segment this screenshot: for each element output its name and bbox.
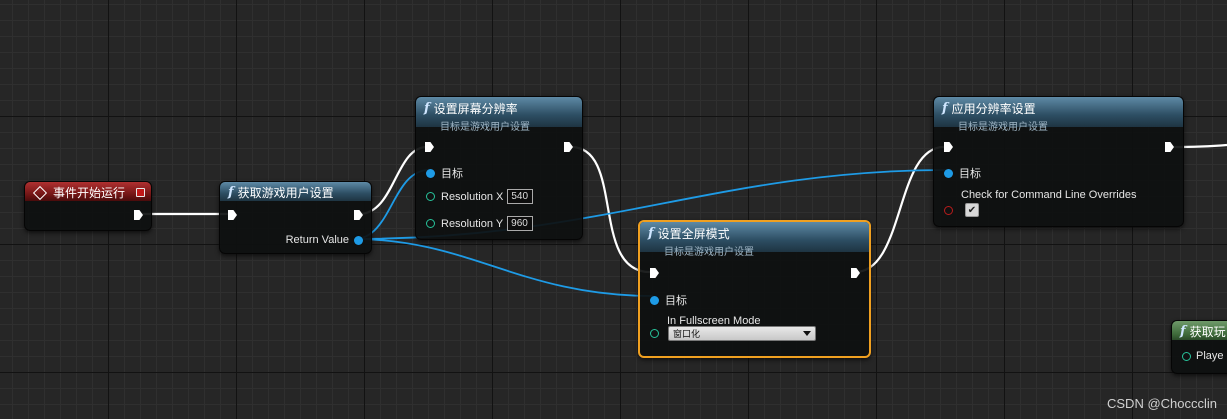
command-line-overrides-pin[interactable] xyxy=(944,205,953,215)
set-fullscreen-mode-node[interactable]: f 设置全屏模式 目标是游戏用户设置 目标 In Fullscreen Mode… xyxy=(638,220,871,358)
return-value-label: Return Value xyxy=(285,234,349,246)
node-title: 事件开始运行 xyxy=(53,186,126,200)
event-begin-play-node[interactable]: 事件开始运行 xyxy=(24,181,152,231)
exec-output-pin[interactable] xyxy=(851,268,860,278)
function-f-icon: f xyxy=(942,101,948,116)
function-f-icon: f xyxy=(648,226,654,241)
command-line-overrides-label: Check for Command Line Overrides xyxy=(961,189,1137,201)
function-f-icon: f xyxy=(1180,324,1186,339)
node-subtitle: 目标是游戏用户设置 xyxy=(440,122,530,133)
node-title: 获取游戏用户设置 xyxy=(237,186,334,200)
player-input-pin[interactable] xyxy=(1182,351,1191,361)
node-title: 获取玩 xyxy=(1189,325,1226,339)
get-player-node[interactable]: f 获取玩 Playe xyxy=(1171,320,1227,374)
event-diamond-icon xyxy=(32,185,48,200)
exec-output-pin[interactable] xyxy=(134,210,143,220)
fullscreen-mode-dropdown[interactable]: 窗口化 xyxy=(668,326,816,341)
player-pin-label: Playe xyxy=(1196,350,1224,362)
exec-input-pin[interactable] xyxy=(944,142,953,152)
object-wire-to-fullscreen-target xyxy=(353,238,654,297)
resolution-x-pin[interactable] xyxy=(426,192,435,201)
fullscreen-mode-value: 窗口化 xyxy=(673,329,701,339)
node-header: f 设置屏幕分辨率 目标是游戏用户设置 xyxy=(416,97,582,133)
resolution-x-label: Resolution X xyxy=(441,190,504,203)
node-header: f 设置全屏模式 目标是游戏用户设置 xyxy=(640,222,869,258)
return-value-pin[interactable] xyxy=(354,235,363,245)
node-header: f 获取玩 xyxy=(1172,321,1227,340)
node-title: 设置屏幕分辨率 xyxy=(433,102,518,116)
node-title: 设置全屏模式 xyxy=(657,227,730,241)
set-screen-resolution-node[interactable]: f 设置屏幕分辨率 目标是游戏用户设置 目标 Resolution X 540 … xyxy=(415,96,583,240)
resolution-y-field[interactable]: 960 xyxy=(507,216,534,231)
exec-input-pin[interactable] xyxy=(650,268,659,278)
function-f-icon: f xyxy=(228,185,234,200)
node-subtitle: 目标是游戏用户设置 xyxy=(664,247,754,258)
target-label: 目标 xyxy=(665,295,687,307)
delegate-pin-icon[interactable] xyxy=(136,188,145,197)
resolution-y-label: Resolution Y xyxy=(441,217,504,230)
node-header: 事件开始运行 xyxy=(25,182,151,201)
resolution-y-pin[interactable] xyxy=(426,219,435,228)
node-header: f 获取游戏用户设置 xyxy=(220,182,371,201)
exec-input-pin[interactable] xyxy=(425,142,434,152)
target-input-pin[interactable] xyxy=(650,295,659,305)
target-label: 目标 xyxy=(441,168,463,180)
target-input-pin[interactable] xyxy=(944,168,953,178)
function-f-icon: f xyxy=(424,101,430,116)
node-header: f 应用分辨率设置 目标是游戏用户设置 xyxy=(934,97,1183,133)
chevron-down-icon xyxy=(803,331,811,336)
watermark: CSDN @Choccclin xyxy=(1107,396,1217,411)
exec-output-pin[interactable] xyxy=(1165,142,1174,152)
resolution-x-field[interactable]: 540 xyxy=(507,189,534,204)
get-game-user-settings-node[interactable]: f 获取游戏用户设置 Return Value xyxy=(219,181,372,254)
exec-output-pin[interactable] xyxy=(354,210,363,220)
target-label: 目标 xyxy=(959,168,981,180)
exec-input-pin[interactable] xyxy=(228,210,237,220)
node-title: 应用分辨率设置 xyxy=(951,102,1036,116)
exec-output-pin[interactable] xyxy=(564,142,573,152)
command-line-overrides-checkbox[interactable]: ✔ xyxy=(965,203,979,217)
apply-resolution-settings-node[interactable]: f 应用分辨率设置 目标是游戏用户设置 目标 Check for Command… xyxy=(933,96,1184,227)
target-input-pin[interactable] xyxy=(426,168,435,178)
node-subtitle: 目标是游戏用户设置 xyxy=(958,122,1048,133)
fullscreen-mode-pin[interactable] xyxy=(650,329,659,338)
